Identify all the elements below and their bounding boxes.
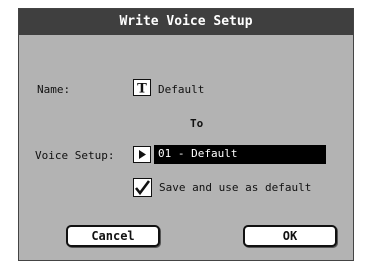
save-as-default-checkbox[interactable] [133, 178, 152, 197]
to-label: To [190, 117, 204, 130]
name-value[interactable]: Default [158, 83, 204, 96]
name-label: Name: [37, 83, 71, 96]
voice-setup-label: Voice Setup: [35, 149, 115, 162]
play-triangle-icon[interactable] [133, 146, 151, 163]
save-as-default-label: Save and use as default [159, 181, 312, 194]
svg-text:T: T [137, 82, 147, 96]
text-edit-icon[interactable]: T [133, 79, 151, 96]
cancel-button[interactable]: Cancel [66, 225, 160, 247]
voice-setup-field[interactable]: 01 - Default [154, 145, 326, 164]
write-voice-setup-dialog: Write Voice Setup Name: T Default To Voi… [18, 8, 354, 261]
ok-button[interactable]: OK [243, 225, 337, 247]
dialog-title: Write Voice Setup [19, 9, 353, 35]
